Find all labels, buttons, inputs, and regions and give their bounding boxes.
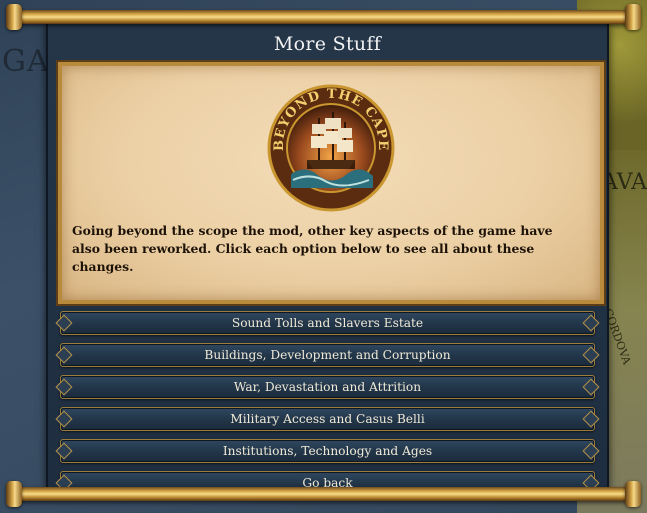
option-military-access-button[interactable]: Military Access and Casus Belli (55, 407, 600, 431)
ornament-right-icon (582, 410, 600, 428)
ornament-right-icon (582, 314, 600, 332)
option-list: Sound Tolls and Slavers Estate Buildings… (55, 311, 600, 503)
option-label: Institutions, Technology and Ages (222, 444, 433, 458)
ornament-left-icon (55, 346, 73, 364)
ornament-right-icon (582, 442, 600, 460)
rod-cap-icon (6, 4, 22, 30)
parchment-panel: BEYOND THE CAPE Going beyond the scope t… (56, 60, 606, 306)
ornament-left-icon (55, 442, 73, 460)
option-label: Military Access and Casus Belli (230, 412, 425, 426)
ornament-right-icon (582, 378, 600, 396)
ornament-left-icon (55, 410, 73, 428)
ornament-left-icon (55, 314, 73, 332)
rod-cap-icon (6, 481, 22, 507)
map-province-label-left: GA (2, 44, 50, 79)
option-institutions-button[interactable]: Institutions, Technology and Ages (55, 439, 600, 463)
ornament-left-icon (55, 378, 73, 396)
scroll-rod-bottom (6, 481, 641, 507)
ornament-right-icon (582, 346, 600, 364)
option-label: Buildings, Development and Corruption (204, 348, 451, 362)
event-dialog: More Stuff BEYOND THE CAPE Going beyond … (46, 24, 609, 495)
option-sound-tolls-button[interactable]: Sound Tolls and Slavers Estate (55, 311, 600, 335)
option-buildings-button[interactable]: Buildings, Development and Corruption (55, 343, 600, 367)
dialog-description: Going beyond the scope the mod, other ke… (72, 223, 553, 274)
option-war-button[interactable]: War, Devastation and Attrition (55, 375, 600, 399)
dialog-title: More Stuff (273, 33, 382, 55)
beyond-the-cape-logo: BEYOND THE CAPE (267, 84, 395, 212)
rod-cap-icon (625, 481, 641, 507)
rod-cap-icon (625, 4, 641, 30)
option-label: Sound Tolls and Slavers Estate (231, 316, 424, 330)
scroll-rod-top (6, 4, 641, 30)
option-label: War, Devastation and Attrition (233, 380, 422, 394)
